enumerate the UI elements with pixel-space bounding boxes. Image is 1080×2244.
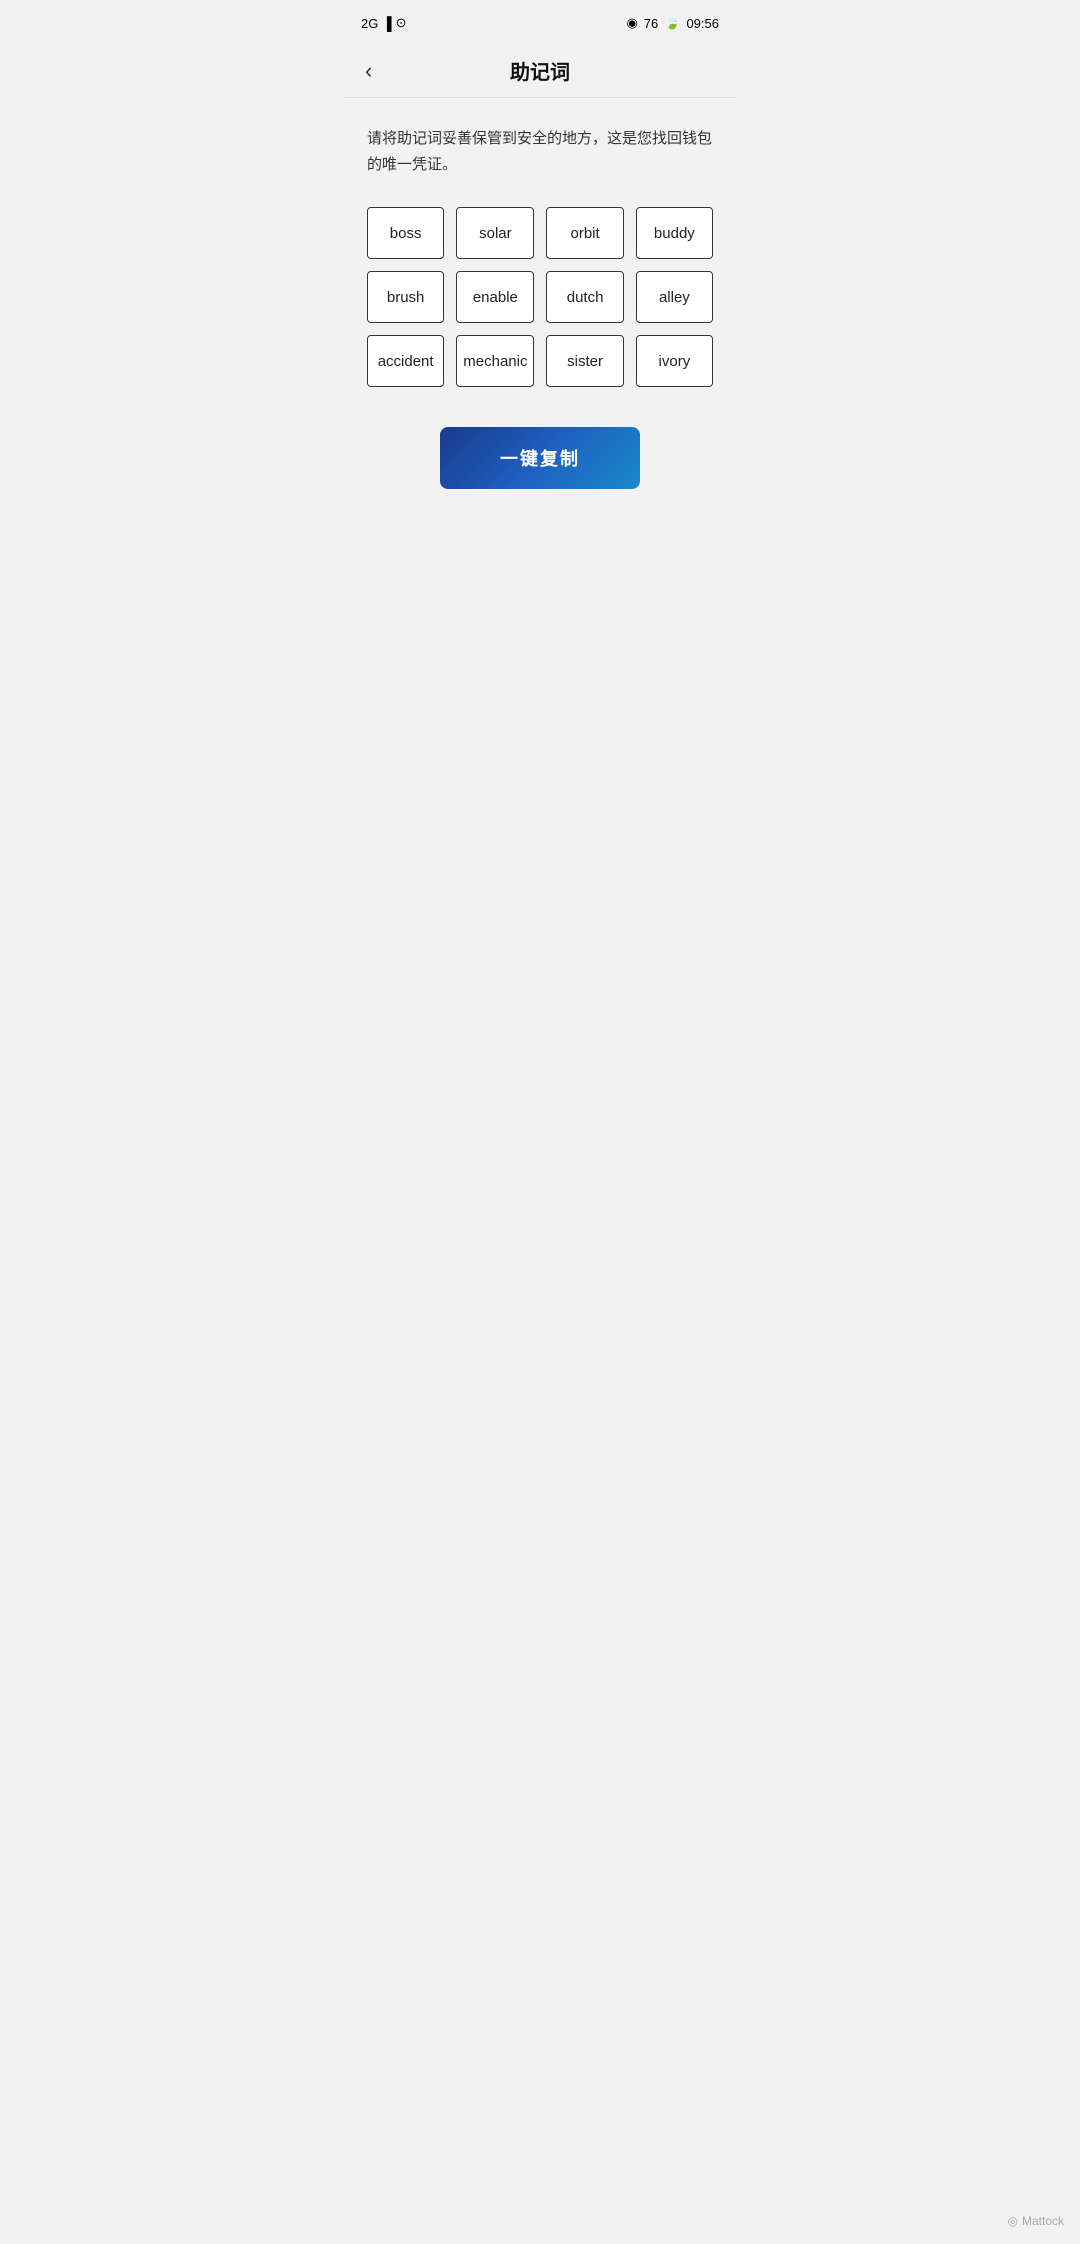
signal-bars-icon: ▐ — [382, 16, 391, 31]
copy-all-button[interactable]: 一键复制 — [440, 427, 640, 489]
mnemonic-word: enable — [456, 271, 534, 323]
page-title: 助记词 — [510, 56, 570, 85]
wifi-icon: ⊙ — [396, 15, 407, 31]
mnemonic-word: accident — [367, 335, 444, 387]
status-left: 2G ▐ ⊙ — [361, 15, 406, 31]
mnemonic-word: dutch — [546, 271, 623, 323]
mnemonic-word-grid: bosssolarorbitbuddy brushenabledutchalley… — [367, 207, 713, 387]
signal-text: 2G — [361, 16, 378, 31]
mnemonic-word: orbit — [546, 207, 623, 259]
main-content: 请将助记词妥善保管到安全的地方，这是您找回钱包的唯一凭证。 bosssolaro… — [345, 98, 735, 509]
eye-icon: ◉ — [626, 15, 637, 31]
mnemonic-word: ivory — [636, 335, 713, 387]
battery-level: 76 — [644, 16, 658, 31]
watermark-icon: ◎ — [1008, 2214, 1018, 2228]
status-bar: 2G ▐ ⊙ ◉ 76 🍃 09:56 — [345, 0, 735, 44]
back-button[interactable]: ‹ — [365, 58, 372, 84]
watermark: ◎ Mattock — [1008, 2214, 1065, 2228]
mnemonic-word: mechanic — [456, 335, 534, 387]
mnemonic-word: boss — [367, 207, 444, 259]
copy-button-wrapper: 一键复制 — [367, 427, 713, 489]
mnemonic-word: sister — [546, 335, 623, 387]
mnemonic-word: alley — [636, 271, 713, 323]
clock-time: 09:56 — [686, 16, 719, 31]
status-right: ◉ 76 🍃 09:56 — [626, 15, 719, 31]
description-text: 请将助记词妥善保管到安全的地方，这是您找回钱包的唯一凭证。 — [367, 126, 713, 177]
mnemonic-word: buddy — [636, 207, 713, 259]
mnemonic-word: brush — [367, 271, 444, 323]
watermark-brand: Mattock — [1022, 2214, 1064, 2228]
nav-bar: ‹ 助记词 — [345, 44, 735, 98]
mnemonic-word: solar — [456, 207, 534, 259]
leaf-icon: 🍃 — [664, 15, 680, 31]
